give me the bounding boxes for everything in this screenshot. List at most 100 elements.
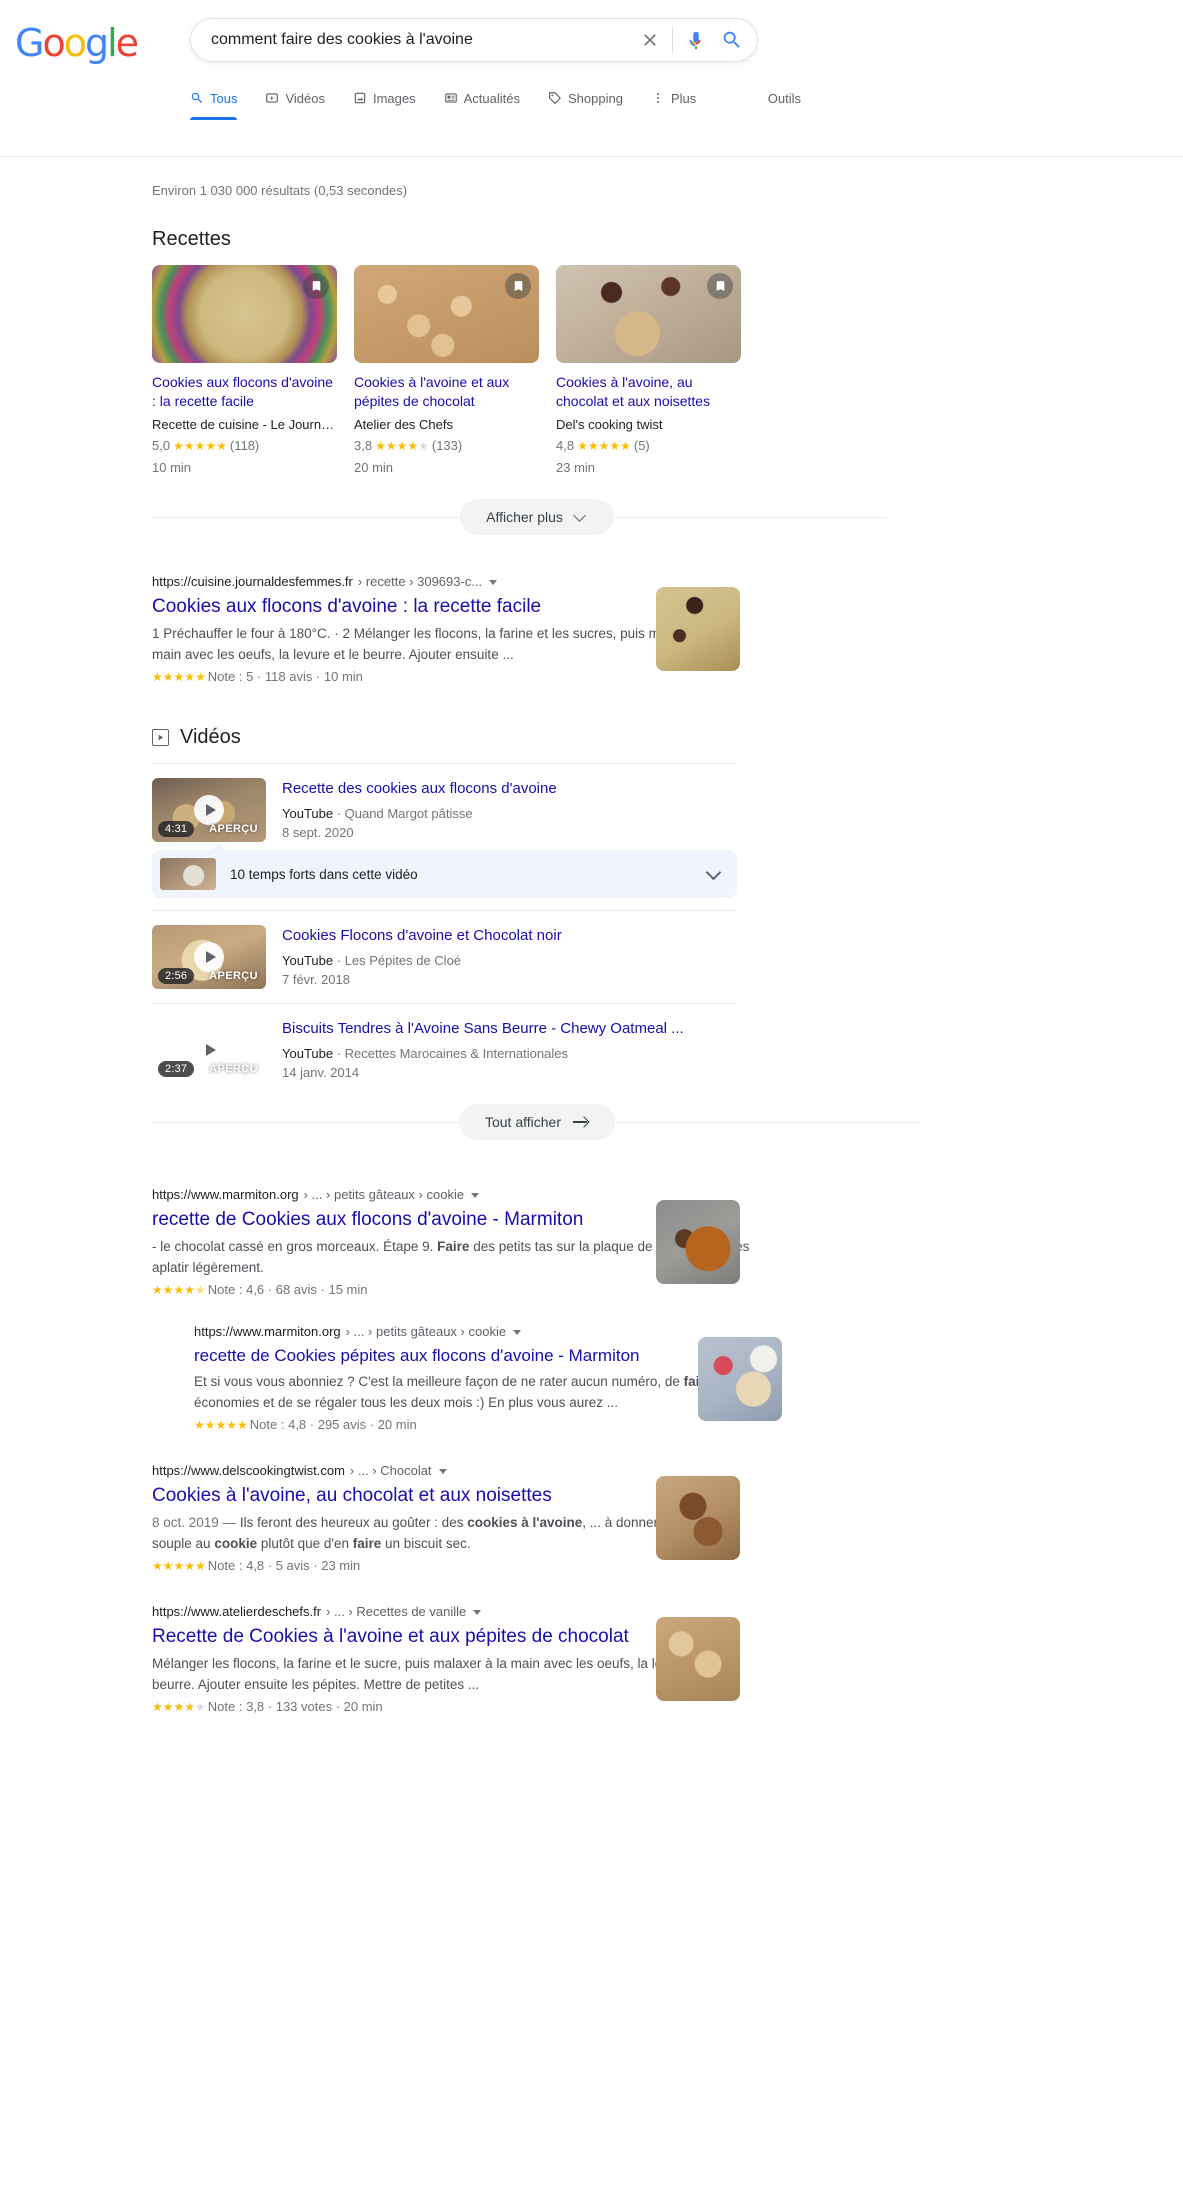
rating-value: 4,8 (556, 438, 575, 453)
show-all-videos-row: Tout afficher (152, 1104, 922, 1140)
result-domain: https://www.marmiton.org (194, 1324, 341, 1339)
bookmark-icon (716, 281, 724, 291)
recipe-title[interactable]: Cookies aux flocons d'avoine : la recett… (152, 373, 337, 411)
video-source: YouTube · Les Pépites de Cloé (282, 953, 462, 968)
recipe-source: Recette de cuisine - Le Journ… (152, 417, 335, 432)
play-icon (205, 1044, 216, 1056)
recipe-thumbnail[interactable] (556, 265, 741, 363)
result-title[interactable]: Recette de Cookies à l'avoine et aux pép… (152, 1624, 983, 1650)
recipe-source: Del's cooking twist (556, 417, 663, 432)
recipe-thumbnail[interactable] (354, 265, 539, 363)
result-title[interactable]: Cookies aux flocons d'avoine : la recett… (152, 594, 983, 620)
tab-label: Shopping (568, 90, 623, 106)
video-title[interactable]: Biscuits Tendres à l'Avoine Sans Beurre … (282, 1018, 737, 1039)
tab-label: Vidéos (285, 90, 325, 106)
video-icon (265, 91, 279, 105)
chevron-down-icon[interactable] (473, 1609, 482, 1615)
result-title[interactable]: recette de Cookies aux flocons d'avoine … (152, 1207, 983, 1233)
recipe-time: 20 min (354, 460, 394, 475)
bookmark-button[interactable] (303, 273, 329, 299)
result-url[interactable]: https://www.delscookingtwist.com › ... ›… (152, 1462, 983, 1480)
video-duration: 2:56 (158, 968, 195, 984)
video-thumbnail[interactable]: 2:56 APERÇU (152, 925, 266, 989)
recipe-card[interactable]: Cookies aux flocons d'avoine : la recett… (152, 265, 337, 475)
videos-list: 4:31 APERÇU Recette des cookies aux floc… (152, 763, 737, 1086)
play-icon (205, 951, 216, 963)
play-button[interactable] (194, 1035, 224, 1065)
video-platform: YouTube (282, 1046, 334, 1061)
video-row: 2:37 APERÇU Biscuits Tendres à l'Avoine … (152, 1004, 737, 1086)
tab-actualites[interactable]: Actualités (430, 76, 534, 120)
recipe-thumbnail[interactable] (152, 265, 337, 363)
tab-label: Images (372, 90, 416, 106)
clear-icon[interactable] (630, 18, 670, 62)
key-moments-row[interactable]: 10 temps forts dans cette vidéo (152, 844, 737, 898)
bookmark-icon (514, 281, 522, 291)
chevron-down-icon[interactable] (471, 1192, 480, 1198)
play-button[interactable] (194, 942, 224, 972)
bookmark-button[interactable] (707, 273, 733, 299)
result-thumbnail[interactable] (656, 587, 740, 671)
tools-label: Outils (767, 90, 801, 106)
bookmark-button[interactable] (505, 273, 531, 299)
search-bar[interactable] (190, 18, 758, 62)
result-url[interactable]: https://cuisine.journaldesfemmes.fr › re… (152, 573, 983, 591)
chevron-down-icon[interactable] (438, 1468, 447, 1474)
result-title[interactable]: recette de Cookies pépites aux flocons d… (194, 1344, 983, 1368)
result-thumbnail[interactable] (656, 1476, 740, 1560)
video-channel: Les Pépites de Cloé (344, 953, 462, 968)
recipe-source: Atelier des Chefs (354, 417, 453, 432)
chevron-down-icon[interactable] (513, 1329, 522, 1335)
video-title[interactable]: Cookies Flocons d'avoine et Chocolat noi… (282, 925, 737, 946)
search-submit-icon[interactable] (713, 18, 757, 62)
result-url[interactable]: https://www.marmiton.org › ... › petits … (152, 1186, 983, 1204)
chevron-down-icon[interactable] (705, 864, 722, 880)
video-title[interactable]: Recette des cookies aux flocons d'avoine (282, 778, 737, 799)
result-meta: ★★★★★ Note : 4,8 · 5 avis · 23 min (152, 1558, 983, 1573)
result-thumbnail[interactable] (656, 1200, 740, 1284)
tab-videos[interactable]: Vidéos (251, 76, 339, 120)
video-info: Cookies Flocons d'avoine et Chocolat noi… (282, 925, 737, 989)
tab-plus[interactable]: Plus (637, 76, 710, 120)
result-domain: https://www.atelierdeschefs.fr (152, 1604, 322, 1619)
tout-afficher-button[interactable]: Tout afficher (458, 1104, 615, 1140)
result-meta: ★★★★★ Note : 3,8 · 133 votes · 20 min (152, 1699, 983, 1714)
video-date: 14 janv. 2014 (282, 1065, 360, 1080)
result-domain: https://www.delscookingtwist.com (152, 1463, 345, 1478)
rating-count: (133) (431, 438, 463, 453)
recipe-card[interactable]: Cookies à l'avoine et aux pépites de cho… (354, 265, 539, 475)
logo-letter-e: e (115, 21, 139, 65)
play-icon (205, 804, 216, 816)
recipe-title[interactable]: Cookies à l'avoine, au chocolat et aux n… (556, 373, 741, 411)
rating-stars: ★★★★★ (577, 438, 631, 453)
afficher-plus-button[interactable]: Afficher plus (460, 499, 614, 535)
video-thumbnail[interactable]: 4:31 APERÇU (152, 778, 266, 842)
result-thumbnail[interactable] (656, 1617, 740, 1701)
more-vertical-icon (651, 91, 665, 105)
rating-count: (118) (229, 438, 260, 453)
result-url[interactable]: https://www.marmiton.org › ... › petits … (194, 1323, 983, 1341)
tab-shopping[interactable]: Shopping (534, 76, 637, 120)
microphone-icon[interactable] (679, 18, 713, 62)
chevron-down-icon[interactable] (489, 579, 498, 585)
play-button[interactable] (194, 795, 224, 825)
result-thumbnail[interactable] (698, 1337, 782, 1421)
tab-images[interactable]: Images (339, 76, 430, 120)
recipe-title[interactable]: Cookies à l'avoine et aux pépites de cho… (354, 373, 539, 411)
video-info: Biscuits Tendres à l'Avoine Sans Beurre … (282, 1018, 737, 1082)
rating-stars: ★★★★★ (194, 1417, 248, 1432)
result-title[interactable]: Cookies à l'avoine, au chocolat et aux n… (152, 1483, 983, 1509)
rating-value: 5,0 (152, 438, 171, 453)
google-logo[interactable]: Google (15, 21, 139, 65)
video-icon (152, 729, 169, 746)
result-stats: Environ 1 030 000 résultats (0,53 second… (152, 183, 408, 198)
logo-letter-o2: o (63, 21, 87, 65)
recipe-card[interactable]: Cookies à l'avoine, au chocolat et aux n… (556, 265, 741, 475)
tab-tous[interactable]: Tous (190, 76, 251, 120)
tools-button[interactable]: Outils (768, 76, 801, 120)
video-date: 8 sept. 2020 (282, 825, 354, 840)
video-thumbnail[interactable]: 2:37 APERÇU (152, 1018, 266, 1082)
result-url[interactable]: https://www.atelierdeschefs.fr › ... › R… (152, 1603, 983, 1621)
search-input[interactable] (191, 23, 630, 57)
logo-letter-g2: g (84, 21, 109, 65)
